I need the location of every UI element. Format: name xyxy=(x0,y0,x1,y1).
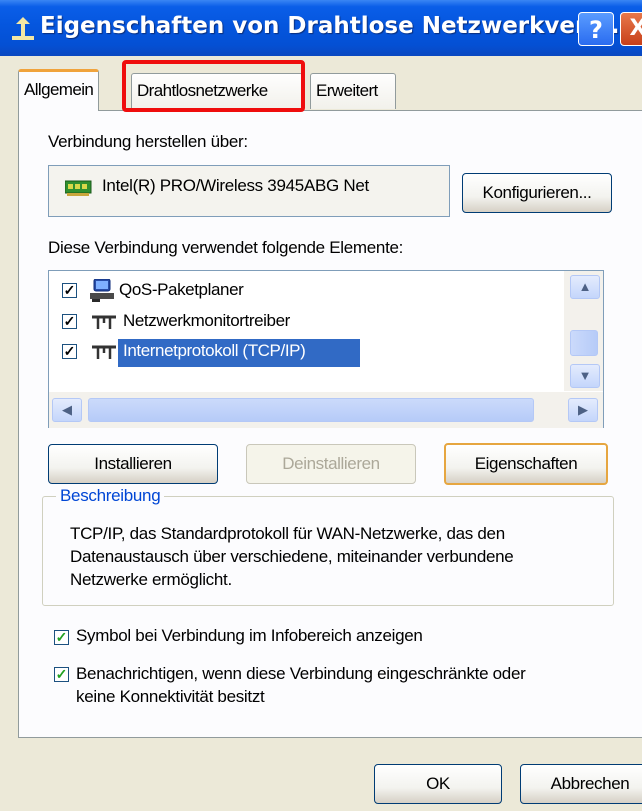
network-card-icon xyxy=(65,180,92,196)
list-item-checkbox[interactable]: ✓ xyxy=(62,314,77,329)
scroll-up-button[interactable]: ▲ xyxy=(570,275,600,299)
description-text: TCP/IP, das Standardprotokoll für WAN-Ne… xyxy=(70,524,514,589)
tab-erweitert[interactable]: Erweitert xyxy=(310,73,396,109)
show-icon-checkbox[interactable]: ✓ xyxy=(54,630,69,645)
list-item-checkbox[interactable]: ✓ xyxy=(62,344,77,359)
scroll-right-button[interactable]: ▶ xyxy=(568,398,598,422)
notify-checkbox[interactable]: ✓ xyxy=(54,667,69,682)
protocol-icon xyxy=(92,315,116,329)
adapter-name: Intel(R) PRO/Wireless 3945ABG Net xyxy=(102,176,369,195)
close-button[interactable]: X xyxy=(620,12,642,46)
tab-allgemein[interactable]: Allgemein xyxy=(18,69,100,111)
configure-button[interactable]: Konfigurieren... xyxy=(462,173,612,213)
qos-scheduler-icon xyxy=(90,279,114,302)
properties-button[interactable]: Eigenschaften xyxy=(444,443,608,485)
scroll-left-button[interactable]: ◀ xyxy=(52,398,82,422)
connection-label: Verbindung herstellen über: xyxy=(48,132,248,151)
list-item-label-selected[interactable]: Internetprotokoll (TCP/IP) xyxy=(123,341,306,361)
cancel-button[interactable]: Abbrechen xyxy=(520,764,642,804)
list-item-label[interactable]: Netzwerkmonitortreiber xyxy=(123,311,290,331)
horizontal-scroll-thumb[interactable] xyxy=(88,398,534,422)
list-item-label[interactable]: QoS-Paketplaner xyxy=(119,280,244,300)
network-connection-icon xyxy=(12,17,34,40)
notify-label[interactable]: Benachrichtigen, wenn diese Verbindung e… xyxy=(76,662,526,708)
uninstall-button[interactable]: Deinstallieren xyxy=(246,444,416,484)
list-item-checkbox[interactable]: ✓ xyxy=(62,283,77,298)
install-button[interactable]: Installieren xyxy=(48,444,218,484)
scroll-down-button[interactable]: ▼ xyxy=(570,364,600,388)
highlight-box xyxy=(122,60,305,112)
help-button[interactable]: ? xyxy=(578,12,614,46)
show-icon-label[interactable]: Symbol bei Verbindung im Infobereich anz… xyxy=(76,626,423,646)
description-title: Beschreibung xyxy=(56,486,165,506)
ok-button[interactable]: OK xyxy=(374,764,502,804)
vertical-scroll-thumb[interactable] xyxy=(570,330,598,356)
protocol-icon xyxy=(92,345,116,359)
window-title: Eigenschaften von Drahtlose Netzwerkverb… xyxy=(40,13,637,39)
elements-label: Diese Verbindung verwendet folgende Elem… xyxy=(48,238,404,257)
